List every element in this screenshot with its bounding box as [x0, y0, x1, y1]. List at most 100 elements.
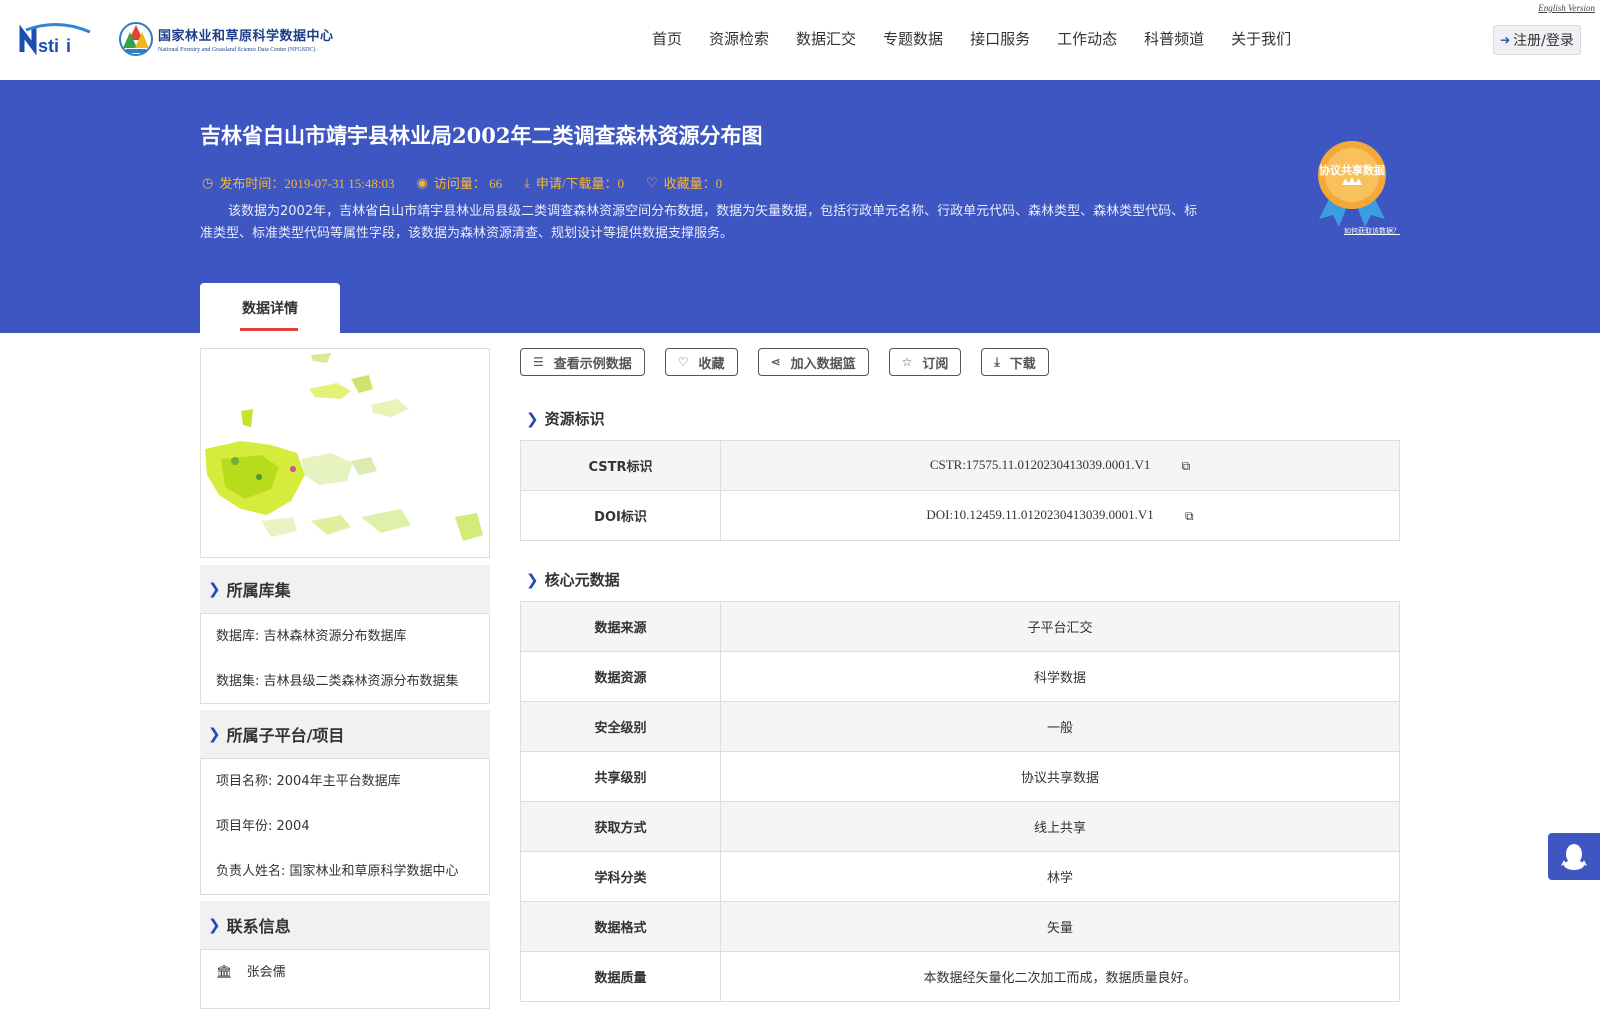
favorite-count-text: 收藏量：0	[663, 176, 723, 191]
download-icon: ⤓	[524, 174, 530, 190]
library-section-header: ❯ 所属库集	[200, 565, 490, 613]
table-row: 学科分类 林学	[520, 851, 1400, 902]
table-row: DOI标识 DOI:10.12459.11.0120230413039.0001…	[520, 490, 1400, 541]
meta-key: 获取方式	[520, 801, 721, 852]
table-row: 数据质量 本数据经矢量化二次加工而成，数据质量良好。	[520, 951, 1400, 1002]
dataset-description: 该数据为2002年，吉林省白山市靖宇县林业局县级二类调查森林资源空间分布数据，数…	[200, 204, 1198, 241]
favorite-button[interactable]: ♡ 收藏	[664, 348, 738, 376]
download-button[interactable]: ⤓ 下载	[981, 348, 1049, 376]
download-icon: ⤓	[994, 354, 1000, 369]
project-name-item: 项目名称: 2004年主平台数据库	[216, 774, 401, 789]
table-row: 共享级别 协议共享数据	[520, 751, 1400, 802]
chevron-right-icon: ❯	[208, 916, 221, 934]
heart-icon: ♡	[645, 174, 658, 190]
download-count-text: 申请/下载量：0	[535, 176, 624, 191]
nav-data-submission[interactable]: 数据汇交	[796, 28, 856, 49]
table-row: 获取方式 线上共享	[520, 801, 1400, 852]
contact-item: 🏛 张会儒	[216, 950, 474, 995]
login-button[interactable]: ➔ 注册/登录	[1493, 25, 1581, 55]
meta-value: 科学数据	[720, 651, 1400, 702]
main-nav: 首页 资源检索 数据汇交 专题数据 接口服务 工作动态 科普频道 关于我们	[652, 28, 1318, 49]
sign-in-icon: ➔	[1500, 33, 1511, 47]
how-to-get-data-link[interactable]: 如何获取该数据？	[1344, 226, 1400, 236]
download-count: ⤓ 申请/下载量：0	[524, 173, 624, 192]
project-section-title: 所属子平台/项目	[226, 726, 345, 745]
forest-map-thumbnail	[201, 349, 489, 557]
svg-text:sti: sti	[38, 36, 59, 56]
qq-penguin-icon	[1561, 843, 1587, 870]
contact-box: 🏛 张会儒	[200, 949, 490, 1009]
chevron-right-icon: ❯	[208, 580, 221, 598]
core-meta-title: 核心元数据	[544, 571, 620, 589]
qq-service-button[interactable]	[1548, 833, 1600, 880]
meta-value: 一般	[720, 701, 1400, 752]
clock-icon: ◷	[202, 174, 214, 190]
chevron-right-icon: ❯	[526, 570, 539, 589]
project-list: 项目名称: 2004年主平台数据库 项目年份: 2004 负责人姓名: 国家林业…	[200, 758, 490, 895]
center-logo[interactable]: 国家林业和草原科学数据中心 National Forestry and Gras…	[118, 20, 334, 58]
meta-value: 协议共享数据	[720, 751, 1400, 802]
publish-time: ◷ 发布时间：2019-07-31 15:48:03	[202, 173, 394, 192]
meta-key: 安全级别	[520, 701, 721, 752]
publish-time-text: 发布时间：2019-07-31 15:48:03	[219, 176, 395, 191]
svg-text:协议共享数据: 协议共享数据	[1319, 163, 1385, 177]
core-meta-header: ❯ 核心元数据	[526, 569, 620, 590]
copy-icon[interactable]: ⧉	[1185, 509, 1194, 524]
add-to-basket-button[interactable]: ⋖ 加入数据篮	[757, 348, 869, 376]
library-section-title: 所属库集	[226, 581, 291, 600]
nav-api-service[interactable]: 接口服务	[970, 28, 1030, 49]
nav-home[interactable]: 首页	[652, 28, 682, 49]
doi-value: DOI:10.12459.11.0120230413039.0001.V1	[926, 507, 1154, 523]
login-label: 注册/登录	[1513, 33, 1574, 49]
cstr-cell: CSTR:17575.11.0120230413039.0001.V1 ⧉	[720, 440, 1400, 491]
project-year-item: 项目年份: 2004	[216, 819, 310, 834]
table-row: 数据资源 科学数据	[520, 651, 1400, 702]
nav-science-channel[interactable]: 科普频道	[1144, 28, 1204, 49]
doi-cell: DOI:10.12459.11.0120230413039.0001.V1 ⧉	[720, 490, 1400, 541]
meta-key: 共享级别	[520, 751, 721, 802]
library-dataset-item[interactable]: 数据集: 吉林县级二类森林资源分布数据集	[216, 659, 474, 704]
site-header: sti i 国家林业和草原科学数据中心 National Forestry an…	[0, 0, 1600, 80]
copy-icon[interactable]: ⧉	[1182, 459, 1191, 474]
meta-key: 数据格式	[520, 901, 721, 952]
nav-work-news[interactable]: 工作动态	[1057, 28, 1117, 49]
cstr-key: CSTR标识	[520, 440, 721, 491]
visit-count: ◉ 访问量： 66	[416, 173, 502, 192]
contact-section-header: ❯ 联系信息	[200, 901, 490, 949]
visit-count-text: 访问量： 66	[433, 176, 503, 191]
doi-key: DOI标识	[520, 490, 721, 541]
meta-value: 本数据经矢量化二次加工而成，数据质量良好。	[720, 951, 1400, 1002]
chevron-right-icon: ❯	[208, 725, 221, 743]
table-row: CSTR标识 CSTR:17575.11.0120230413039.0001.…	[520, 440, 1400, 491]
eye-icon: ◉	[416, 174, 428, 190]
table-row: 数据格式 矢量	[520, 901, 1400, 952]
contact-name: 张会儒	[246, 965, 286, 980]
library-database-item[interactable]: 数据库: 吉林森林资源分布数据库	[216, 614, 474, 659]
shared-data-badge-icon: 协议共享数据	[1318, 141, 1386, 227]
nsti-logo[interactable]: sti i	[18, 22, 98, 56]
dataset-banner: 吉林省白山市靖宇县林业局2002年二类调查森林资源分布图 ◷ 发布时间：2019…	[0, 80, 1600, 333]
tab-data-detail[interactable]: 数据详情	[200, 283, 340, 333]
database-icon: ☰	[533, 355, 544, 369]
nav-topic-data[interactable]: 专题数据	[883, 28, 943, 49]
english-version-link[interactable]: English Version	[1538, 3, 1595, 13]
table-row: 安全级别 一般	[520, 701, 1400, 752]
meta-value: 子平台汇交	[720, 601, 1400, 652]
view-sample-button[interactable]: ☰ 查看示例数据	[520, 348, 645, 376]
nav-about-us[interactable]: 关于我们	[1231, 28, 1291, 49]
dataset-stats: ◷ 发布时间：2019-07-31 15:48:03 ◉ 访问量： 66 ⤓ 申…	[202, 173, 744, 192]
meta-value: 林学	[720, 851, 1400, 902]
nav-resource-search[interactable]: 资源检索	[709, 28, 769, 49]
meta-key: 学科分类	[520, 851, 721, 902]
share-icon: ⋖	[770, 355, 781, 369]
resource-id-title: 资源标识	[544, 410, 605, 428]
table-row: 数据来源 子平台汇交	[520, 601, 1400, 652]
project-owner-item: 负责人姓名: 国家林业和草原科学数据中心	[216, 864, 459, 879]
map-preview-image[interactable]	[200, 348, 490, 558]
subscribe-button[interactable]: ☆ 订阅	[888, 348, 962, 376]
action-bar: ☰ 查看示例数据 ♡ 收藏 ⋖ 加入数据篮 ☆ 订阅 ⤓ 下载	[520, 348, 1069, 376]
resource-id-table: CSTR标识 CSTR:17575.11.0120230413039.0001.…	[520, 440, 1400, 541]
cstr-value: CSTR:17575.11.0120230413039.0001.V1	[929, 457, 1151, 473]
favorite-label: 收藏	[698, 356, 725, 372]
meta-key: 数据来源	[520, 601, 721, 652]
